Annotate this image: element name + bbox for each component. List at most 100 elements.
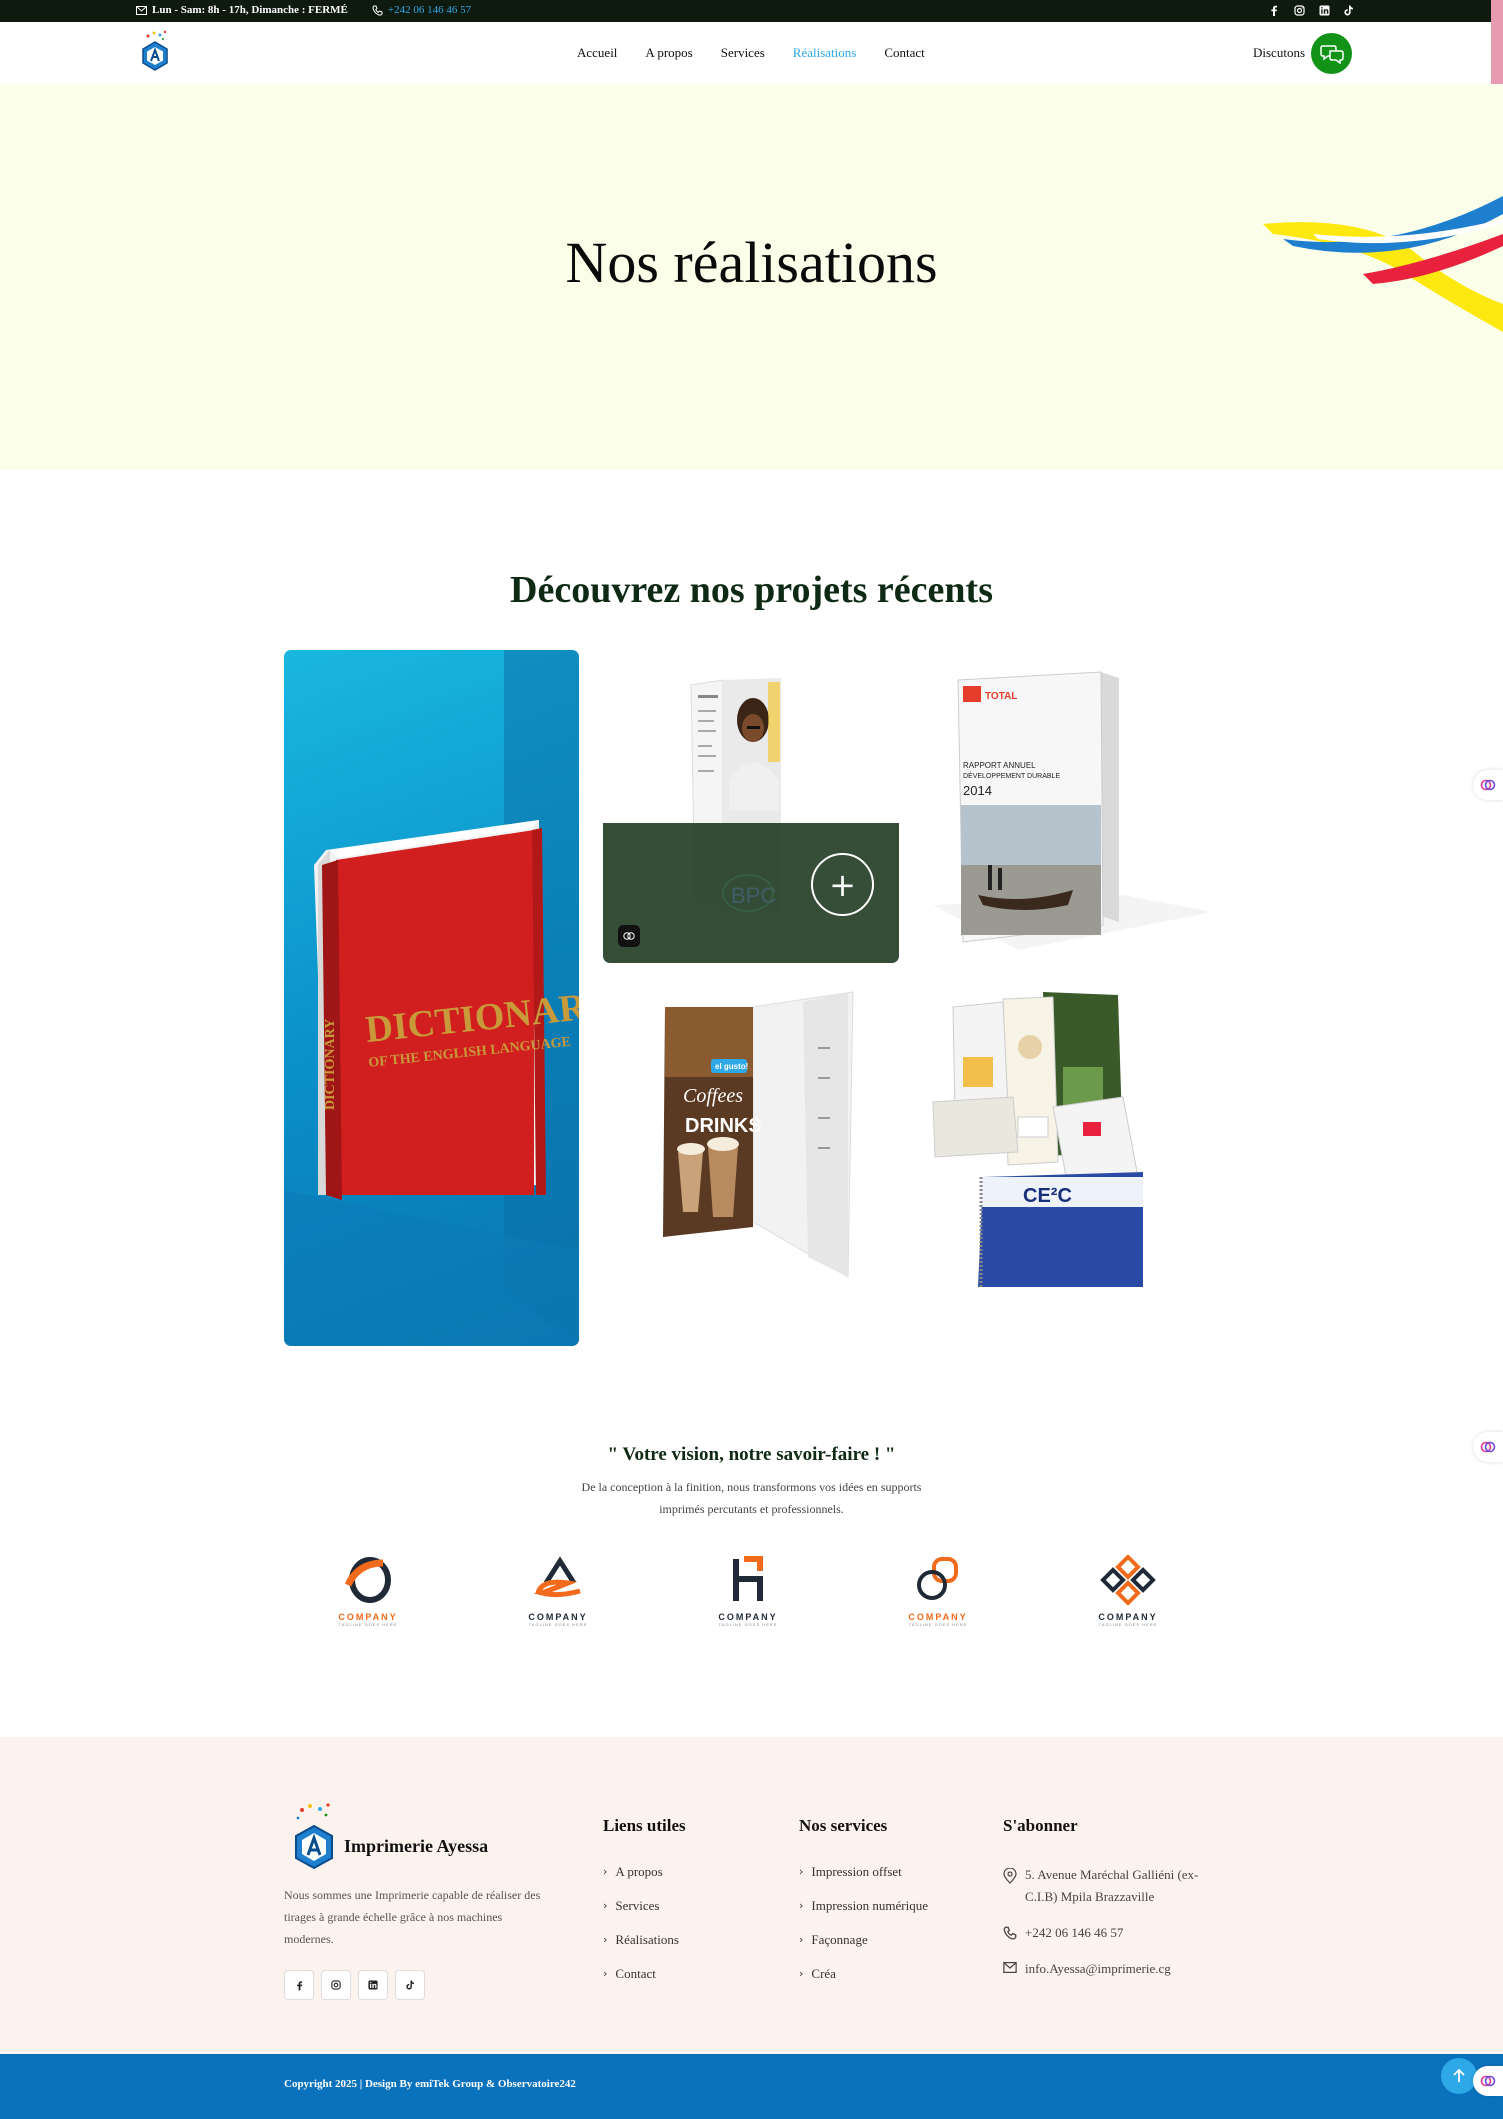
side-assistant-badge[interactable] (1473, 1432, 1503, 1462)
side-assistant-badge[interactable] (1473, 770, 1503, 800)
ce2c-stationery-image: CE²C (932, 992, 1143, 1287)
footer-service-label: Façonnage (811, 1932, 868, 1947)
coffee-menu-image: el gusto! Coffees DRINKS (663, 991, 854, 1278)
partner-logos: COMPANY TAGLINE GOES HERE COMPANY TAGLIN… (318, 1554, 1178, 1645)
partner-logo-mark (344, 1557, 391, 1603)
view-project-button[interactable]: + (811, 853, 874, 916)
partner-name: COMPANY (718, 1612, 778, 1622)
footer-service-faconnage[interactable]: › Façonnage (799, 1932, 928, 1966)
linkedin-icon[interactable] (358, 1970, 388, 2000)
chevron-right-icon: › (799, 1899, 804, 1912)
site-logo[interactable] (138, 28, 172, 76)
footer-service-offset[interactable]: › Impression offset (799, 1864, 928, 1898)
footer-bottom-bar (0, 2054, 1503, 2119)
chevron-right-icon: › (603, 1899, 608, 1912)
footer-link-contact[interactable]: › Contact (603, 1966, 679, 2000)
chevron-right-icon: › (603, 1967, 608, 1980)
opening-hours-text: Lun - Sam: 8h - 17h, Dimanche : FERMÉ (152, 4, 348, 16)
menu-badge: el gusto! (715, 1062, 748, 1071)
footer-link-services[interactable]: › Services (603, 1898, 679, 1932)
footer-service-crea[interactable]: › Créa (799, 1966, 928, 2000)
services-title: Nos services (799, 1816, 888, 1835)
side-strip (1491, 0, 1503, 84)
partner-tagline: TAGLINE GOES HERE (1098, 1622, 1158, 1627)
quote-title: " Votre vision, notre savoir-faire ! " (607, 1444, 896, 1465)
partner-tagline: TAGLINE GOES HERE (718, 1622, 778, 1627)
partner-logo: COMPANY TAGLINE GOES HERE (888, 1555, 988, 1645)
nav-realisations[interactable]: Réalisations (793, 45, 857, 61)
footer-description: Nous sommes une Imprimerie capable de ré… (284, 1888, 541, 1946)
report-year: 2014 (963, 783, 992, 798)
brain-icon (1480, 2075, 1496, 2087)
project-card-coffee-menu[interactable]: el gusto! Coffees DRINKS (603, 987, 899, 1300)
tiktok-icon[interactable] (395, 1970, 425, 2000)
top-phone[interactable]: +242 06 146 46 57 (372, 4, 471, 16)
footer-service-label: Impression numérique (811, 1898, 929, 1913)
top-info-bar: Lun - Sam: 8h - 17h, Dimanche : FERMÉ +2… (0, 0, 1503, 22)
footer-service-label: Créa (811, 1966, 836, 1981)
main-nav: Accueil A propos Services Réalisations C… (577, 45, 925, 61)
total-brand: TOTAL (985, 691, 1017, 702)
footer-phone[interactable]: +242 06 146 46 57 (1003, 1922, 1223, 1944)
linkedin-icon[interactable] (1318, 4, 1330, 16)
partner-logo: COMPANY TAGLINE GOES HERE (508, 1555, 608, 1645)
footer-link-label: Réalisations (615, 1932, 679, 1947)
footer-brand-name: Imprimerie Ayessa (344, 1836, 489, 1856)
instagram-icon[interactable] (1293, 4, 1305, 16)
project-card-dictionary[interactable]: DICTIONARY OF THE ENGLISH LANGUAGE DICTI… (284, 650, 579, 1346)
instagram-icon[interactable] (321, 1970, 351, 2000)
side-assistant-badge[interactable] (1473, 2066, 1503, 2096)
total-report-image: TOTAL RAPPORT ANNUEL DÉVELOPPEMENT DURAB… (933, 671, 1213, 950)
chevron-right-icon: › (603, 1865, 608, 1878)
phone-icon (1003, 1926, 1017, 1940)
footer-link-a-propos[interactable]: › A propos (603, 1864, 679, 1898)
partner-tagline: TAGLINE GOES HERE (908, 1622, 968, 1627)
footer-service-label: Impression offset (811, 1864, 902, 1879)
report-line-2: DÉVELOPPEMENT DURABLE (963, 771, 1060, 780)
footer-service-numerique[interactable]: › Impression numérique (799, 1898, 928, 1932)
project-card-bpc[interactable]: BPC + (603, 650, 899, 963)
chevron-right-icon: › (799, 1933, 804, 1946)
ce2c-label: CE²C (1023, 1185, 1072, 1207)
location-pin-icon (1003, 1868, 1017, 1884)
chevron-right-icon: › (799, 1865, 804, 1878)
footer-contact: 5. Avenue Maréchal Galliéni (ex-C.I.B) M… (1003, 1864, 1223, 1980)
tiktok-icon[interactable] (1343, 4, 1355, 16)
nav-a-propos[interactable]: A propos (645, 45, 692, 61)
footer-logo[interactable] (290, 1800, 338, 1878)
back-to-top-button[interactable] (1441, 2058, 1477, 2094)
brain-icon[interactable] (618, 925, 640, 947)
subscribe-title: S'abonner (1003, 1816, 1078, 1835)
footer-link-label: Contact (615, 1966, 656, 1981)
nav-contact[interactable]: Contact (884, 45, 924, 61)
footer-link-label: A propos (615, 1864, 663, 1879)
partner-name: COMPANY (908, 1612, 968, 1622)
footer-link-realisations[interactable]: › Réalisations (603, 1932, 679, 1966)
dictionary-book-image: DICTIONARY OF THE ENGLISH LANGUAGE DICTI… (284, 650, 579, 1346)
envelope-icon (136, 5, 147, 15)
chat-bubbles-icon (1319, 44, 1344, 64)
footer-email-text: info.Ayessa@imprimerie.cg (1025, 1961, 1171, 1976)
partner-logo: COMPANY TAGLINE GOES HERE (1078, 1554, 1178, 1645)
chat-button[interactable] (1311, 33, 1352, 74)
nav-accueil[interactable]: Accueil (577, 45, 617, 61)
partner-logo-mark (733, 1556, 763, 1601)
opening-hours: Lun - Sam: 8h - 17h, Dimanche : FERMÉ (136, 4, 348, 16)
partner-name: COMPANY (1098, 1612, 1158, 1622)
partner-tagline: TAGLINE GOES HERE (528, 1622, 588, 1627)
project-card-total-report[interactable]: TOTAL RAPPORT ANNUEL DÉVELOPPEMENT DURAB… (923, 650, 1219, 963)
partner-logo: COMPANY TAGLINE GOES HERE (698, 1555, 798, 1645)
facebook-icon[interactable] (284, 1970, 314, 2000)
page-title: Nos réalisations (565, 230, 938, 295)
discuss-label[interactable]: Discutons (1253, 45, 1305, 61)
facebook-icon[interactable] (1268, 4, 1280, 16)
partner-tagline: TAGLINE GOES HERE (338, 1622, 398, 1627)
footer-phone-text: +242 06 146 46 57 (1025, 1925, 1124, 1940)
footer-email[interactable]: info.Ayessa@imprimerie.cg (1003, 1958, 1223, 1980)
main-header: Accueil A propos Services Réalisations C… (0, 22, 1491, 84)
nav-services[interactable]: Services (721, 45, 765, 61)
project-card-ce2c[interactable]: CE²C (923, 987, 1219, 1300)
links-title: Liens utiles (603, 1816, 686, 1835)
partner-logo: COMPANY TAGLINE GOES HERE (318, 1555, 418, 1645)
site-footer (0, 1737, 1503, 2054)
